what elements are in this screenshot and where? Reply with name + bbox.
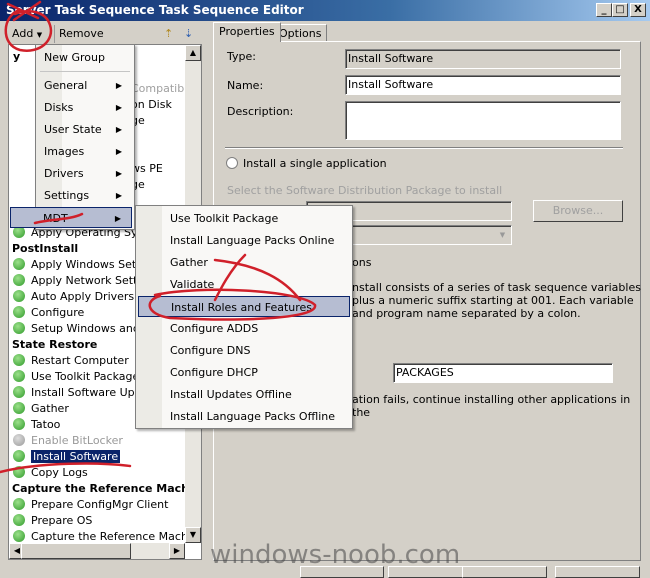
annotation-circle-roles [148, 288, 317, 321]
annotation-overlay [0, 0, 317, 474]
annotation-underline-install [0, 462, 132, 474]
annotation-circle-add [4, 8, 53, 52]
tab-properties[interactable]: Properties [213, 22, 281, 42]
annotation-x-gather [213, 253, 302, 302]
annotation-underline-mdt [33, 212, 84, 225]
